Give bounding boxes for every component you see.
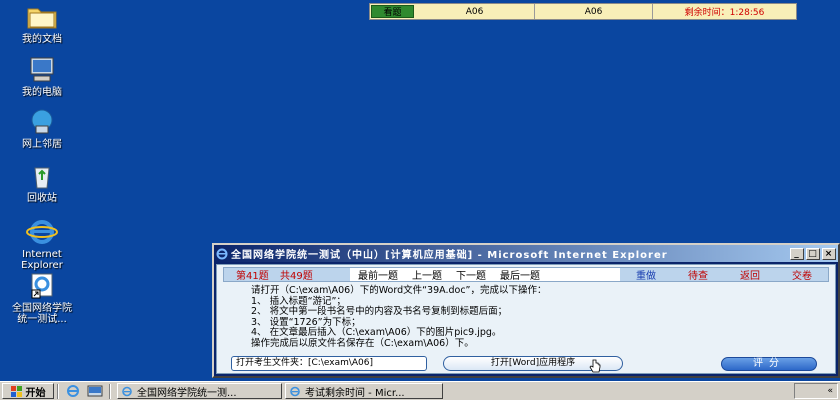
last-question-button[interactable]: 最后一题	[500, 267, 540, 282]
exam-browser-window: 全国网络学院统一测试（中山）[计算机应用基础] - Microsoft Inte…	[212, 243, 840, 378]
windows-logo-icon	[10, 385, 22, 397]
system-tray: «	[794, 383, 838, 399]
exam-field-2: A06	[535, 4, 653, 19]
ie-icon	[290, 386, 300, 396]
desktop-icon-my-documents[interactable]: 我的文档	[2, 3, 82, 45]
remaining-time: 剩余时间：1:28:56	[684, 8, 765, 18]
shortcut-icon	[31, 273, 53, 299]
page-content: 第41题 共49题 最前一题 上一题 下一题 最后一题 重做 待查 返回 交卷 …	[216, 264, 836, 374]
task-line: 操作完成后以原文件名保存在（C:\exam\A06）下。	[251, 337, 474, 349]
exam-status-bar: 看题 A06 A06 剩余时间：1:28:56	[369, 3, 797, 20]
computer-icon	[30, 57, 54, 82]
window-title-bar[interactable]: 全国网络学院统一测试（中山）[计算机应用基础] - Microsoft Inte…	[214, 245, 838, 262]
taskbar-button-label: 考试剩余时间 - Micr...	[305, 387, 405, 399]
prev-question-button[interactable]: 上一题	[412, 267, 442, 282]
desktop-icon-label: 我的文档	[22, 34, 62, 45]
folder-icon	[27, 8, 57, 29]
exam-field-1: A06	[415, 4, 535, 19]
desktop-icon-label: 我的电脑	[22, 87, 62, 98]
close-button[interactable]: ×	[822, 247, 836, 260]
desktop-icon-label: 回收站	[27, 193, 57, 204]
start-label: 开始	[25, 387, 46, 399]
taskbar-separator	[109, 383, 111, 399]
taskbar-button-label: 全国网络学院统一测...	[137, 387, 237, 399]
next-question-button[interactable]: 下一题	[456, 267, 486, 282]
ie-icon[interactable]	[65, 384, 81, 398]
ie-icon	[216, 248, 228, 259]
submit-exam-button[interactable]: 交卷	[792, 267, 812, 282]
taskbar-button-timer-window[interactable]: 考试剩余时间 - Micr...	[285, 383, 443, 399]
recycle-bin-icon	[34, 167, 50, 189]
show-desktop-icon[interactable]	[87, 384, 103, 398]
network-icon	[31, 109, 53, 134]
desktop-icon-my-computer[interactable]: 我的电脑	[2, 56, 82, 98]
back-button[interactable]: 返回	[740, 267, 760, 282]
task-instructions: 请打开（C:\exam\A06）下的Word文件“39A.doc”，完成以下操作…	[251, 285, 815, 350]
taskbar: 开始 全国网络学院统一测... 考试剩余时间 - Micr... «	[0, 381, 840, 400]
first-question-button[interactable]: 最前一题	[358, 267, 398, 282]
maximize-button[interactable]: □	[806, 247, 820, 260]
pending-button[interactable]: 待查	[688, 267, 708, 282]
desktop-icon-recycle-bin[interactable]: 回收站	[2, 162, 82, 204]
ie-icon	[26, 220, 58, 244]
hand-cursor-icon	[589, 359, 601, 373]
redo-button[interactable]: 重做	[636, 267, 656, 282]
score-button[interactable]: 评分	[721, 357, 817, 371]
desktop-icon-exam-shortcut[interactable]: 全国网络学院 统一测试...	[2, 272, 82, 325]
start-button[interactable]: 开始	[2, 383, 54, 399]
open-exam-folder-button[interactable]: 打开考生文件夹：[C:\exam\A06]	[231, 356, 427, 371]
taskbar-separator	[57, 383, 59, 399]
desktop-icon-label: 全国网络学院 统一测试...	[12, 303, 72, 325]
tray-expand-button[interactable]: «	[827, 386, 833, 396]
ie-icon	[122, 386, 132, 396]
question-total: 共49题	[280, 271, 313, 282]
desktop-icon-internet-explorer[interactable]: Internet Explorer	[2, 218, 82, 271]
desktop-icon-label: Internet Explorer	[21, 249, 63, 271]
taskbar-button-exam-window[interactable]: 全国网络学院统一测...	[117, 383, 282, 399]
desktop-icon-network[interactable]: 网上邻居	[2, 108, 82, 150]
desktop-icon-label: 网上邻居	[22, 139, 62, 150]
question-number: 第41题	[236, 271, 269, 282]
minimize-button[interactable]: _	[790, 247, 804, 260]
task-line: 请打开（C:\exam\A06）下的Word文件“39A.doc”，完成以下操作…	[251, 285, 547, 296]
question-nav-bar: 第41题 共49题 最前一题 上一题 下一题 最后一题 重做 待查 返回 交卷	[223, 267, 829, 282]
view-question-button[interactable]: 看题	[371, 5, 414, 18]
window-title: 全国网络学院统一测试（中山）[计算机应用基础] - Microsoft Inte…	[231, 250, 668, 261]
